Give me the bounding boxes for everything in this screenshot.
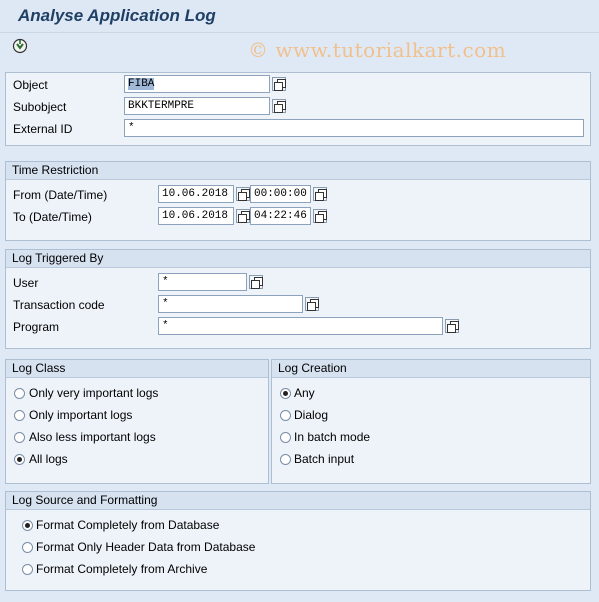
multiple-selection-icon[interactable]	[272, 99, 286, 113]
from-datetime-label: From (Date/Time)	[13, 188, 108, 202]
log-triggered-by-panel: Log Triggered By User * Transaction code…	[5, 249, 591, 349]
external-id-label: External ID	[13, 122, 73, 136]
object-field[interactable]: FIBA	[124, 75, 270, 93]
log_class-radio-4[interactable]	[14, 454, 25, 465]
log-triggered-by-header: Log Triggered By	[6, 250, 590, 268]
log_class-option-label: All logs	[29, 452, 68, 466]
multiple-selection-icon[interactable]	[445, 319, 459, 333]
transaction-code-label: Transaction code	[13, 298, 105, 312]
selection-panel: Object FIBA Subobject BKKTERMPRE Externa…	[5, 72, 591, 146]
log_creation-option-label: In batch mode	[294, 430, 371, 444]
user-label: User	[13, 276, 39, 290]
log-creation-header: Log Creation	[272, 360, 590, 378]
log-class-panel: Log Class Only very important logs Only i…	[5, 359, 269, 484]
log_source-option-label: Format Completely from Archive	[36, 562, 208, 576]
to-datetime-label: To (Date/Time)	[13, 210, 92, 224]
log_creation-option-label: Batch input	[294, 452, 355, 466]
time-restriction-panel: Time Restriction From (Date/Time) 10.06.…	[5, 161, 591, 241]
object-value: FIBA	[128, 78, 155, 90]
log-creation-panel: Log Creation Any Dialog In batch mode Batch…	[271, 359, 591, 484]
to-time-field[interactable]: 04:22:46	[250, 207, 311, 225]
log_creation-radio-3[interactable]	[280, 432, 291, 443]
log_source-radio-3[interactable]	[22, 564, 33, 575]
log_source-option-label: Format Only Header Data from Database	[36, 540, 256, 554]
log_class-radio-1[interactable]	[14, 388, 25, 399]
log-source-header: Log Source and Formatting	[6, 492, 590, 510]
log_source-radio-2[interactable]	[22, 542, 33, 553]
multiple-selection-icon[interactable]	[236, 187, 250, 201]
log_class-option-label: Only very important logs	[29, 386, 159, 400]
log_creation-radio-2[interactable]	[280, 410, 291, 421]
multiple-selection-icon[interactable]	[313, 187, 327, 201]
from-time-field[interactable]: 00:00:00	[250, 185, 311, 203]
log-source-panel: Log Source and Formatting Format Complet…	[5, 491, 591, 591]
multiple-selection-icon[interactable]	[236, 209, 250, 223]
title-bar: Analyse Application Log	[0, 0, 599, 33]
log_creation-radio-1[interactable]	[280, 388, 291, 399]
subobject-field[interactable]: BKKTERMPRE	[124, 97, 270, 115]
transaction-code-field[interactable]: *	[158, 295, 303, 313]
page-title: Analyse Application Log	[18, 6, 216, 25]
object-label: Object	[13, 78, 48, 92]
multiple-selection-icon[interactable]	[249, 275, 263, 289]
multiple-selection-icon[interactable]	[313, 209, 327, 223]
log_creation-option-label: Dialog	[294, 408, 329, 422]
log_class-radio-2[interactable]	[14, 410, 25, 421]
user-field[interactable]: *	[158, 273, 247, 291]
multiple-selection-icon[interactable]	[272, 77, 286, 91]
to-date-field[interactable]: 10.06.2018	[158, 207, 234, 225]
log_source-radio-1[interactable]	[22, 520, 33, 531]
log_creation-option-label: Any	[294, 386, 315, 400]
log-class-header: Log Class	[6, 360, 268, 378]
external-id-field[interactable]: *	[124, 119, 584, 137]
watermark: © www.tutorialkart.com	[248, 38, 507, 62]
execute-icon[interactable]	[12, 38, 28, 54]
log_class-option-label: Also less important logs	[29, 430, 156, 444]
time-restriction-header: Time Restriction	[6, 162, 590, 180]
log_class-radio-3[interactable]	[14, 432, 25, 443]
multiple-selection-icon[interactable]	[305, 297, 319, 311]
log_class-option-label: Only important logs	[29, 408, 133, 422]
from-date-field[interactable]: 10.06.2018	[158, 185, 234, 203]
program-label: Program	[13, 320, 60, 334]
log_creation-radio-4[interactable]	[280, 454, 291, 465]
program-field[interactable]: *	[158, 317, 443, 335]
subobject-label: Subobject	[13, 100, 67, 114]
log_source-option-label: Format Completely from Database	[36, 518, 220, 532]
